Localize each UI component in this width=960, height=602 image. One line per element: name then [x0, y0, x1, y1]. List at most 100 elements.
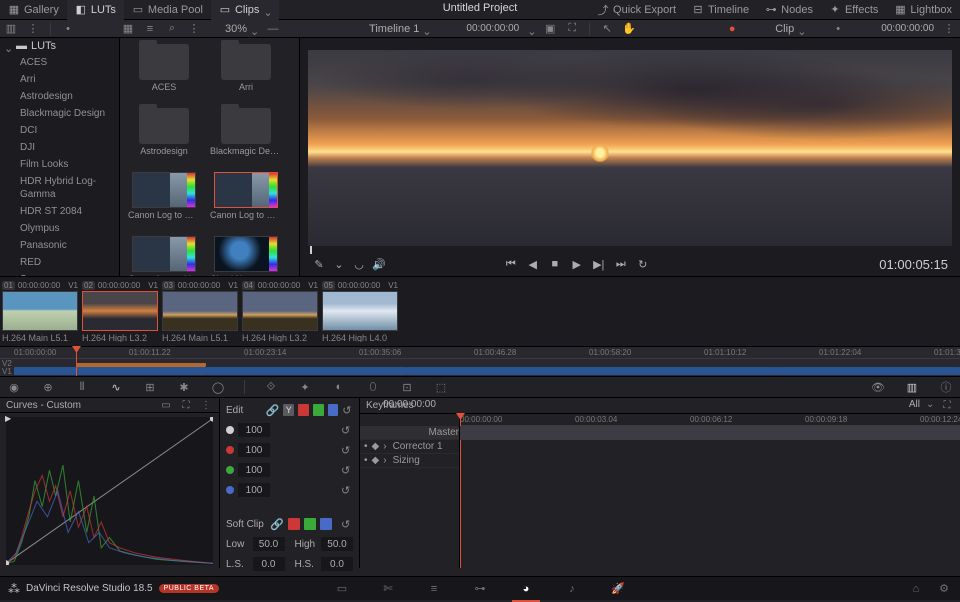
- tab-clips[interactable]: ▭Clips⌄: [211, 0, 279, 20]
- hand-icon[interactable]: ✋: [622, 22, 636, 36]
- page-color[interactable]: ◕: [518, 581, 534, 597]
- qualifier-icon[interactable]: ✱: [176, 379, 192, 395]
- channel-y[interactable]: Y: [283, 404, 294, 416]
- scopes-icon[interactable]: 👁: [870, 379, 886, 395]
- sidebar-item[interactable]: Film Looks: [0, 156, 119, 173]
- search-icon[interactable]: ⌕: [165, 22, 179, 36]
- sidebar-item[interactable]: HDR ST 2084: [0, 203, 119, 220]
- sidebar-item[interactable]: DJI: [0, 139, 119, 156]
- sidebar-toggle-icon[interactable]: ▥: [4, 22, 18, 36]
- first-frame-icon[interactable]: ⏮: [504, 257, 518, 271]
- zoom-dropdown[interactable]: 30%⌄: [225, 23, 258, 35]
- tab-media-pool[interactable]: ▭Media Pool: [124, 0, 211, 20]
- kf-track-master[interactable]: [460, 426, 960, 440]
- viewer-image[interactable]: [308, 50, 952, 246]
- kf-ruler[interactable]: 00:00:00:0000:00:03.0400:00:06:1200:00:0…: [460, 414, 960, 426]
- custom-icon[interactable]: ▭: [159, 398, 173, 412]
- value-input[interactable]: [238, 483, 270, 497]
- page-cut[interactable]: ✄: [380, 581, 396, 597]
- timeline-tracks[interactable]: V2 V1: [0, 359, 960, 377]
- value-input[interactable]: [238, 463, 270, 477]
- sidebar-item[interactable]: ACES: [0, 54, 119, 71]
- menu-icon[interactable]: ⋮: [199, 398, 213, 412]
- reset-icon[interactable]: ↺: [341, 464, 353, 476]
- sizing-icon[interactable]: ⊡: [399, 379, 415, 395]
- settings-icon[interactable]: ⚙: [936, 581, 952, 597]
- sidebar-item[interactable]: Arri: [0, 71, 119, 88]
- reset-icon[interactable]: ↺: [341, 484, 353, 496]
- timeline-clip[interactable]: [406, 367, 776, 375]
- tab-luts[interactable]: ◧LUTs: [67, 0, 124, 20]
- page-media[interactable]: ▭: [334, 581, 350, 597]
- ls-input[interactable]: [253, 557, 285, 571]
- link-icon[interactable]: 🔗: [266, 403, 280, 417]
- eyedropper-icon[interactable]: ✎: [312, 257, 326, 271]
- kf-row[interactable]: Master: [360, 426, 459, 440]
- page-edit[interactable]: ≡: [426, 581, 442, 597]
- timeline-clip[interactable]: [76, 367, 206, 375]
- prev-frame-icon[interactable]: ◀: [526, 257, 540, 271]
- tracker-icon[interactable]: ⟐: [263, 379, 279, 395]
- expand-icon[interactable]: ⛶: [179, 398, 193, 412]
- timeline-ruler[interactable]: 01:00:00:0001:00:11.2201:00:23:1401:00:3…: [0, 347, 960, 359]
- clip[interactable]: 0200:00:00:00V1H.264 High L3.2: [82, 281, 158, 342]
- home-icon[interactable]: ⌂: [908, 581, 924, 597]
- reset-icon[interactable]: ↺: [341, 518, 353, 530]
- sidebar-item[interactable]: Olympus: [0, 220, 119, 237]
- kf-row[interactable]: •◆›Sizing: [360, 454, 459, 468]
- sidebar-item[interactable]: Panasonic: [0, 237, 119, 254]
- lut-folder[interactable]: ACES: [128, 44, 200, 92]
- bars-icon[interactable]: ⫴: [74, 379, 90, 395]
- channel-b[interactable]: [320, 518, 332, 530]
- 3d-icon[interactable]: ⬚: [433, 379, 449, 395]
- lut-thumb[interactable]: Canon Log to Rec709: [210, 172, 282, 220]
- page-fusion[interactable]: ⊶: [472, 581, 488, 597]
- key-icon[interactable]: ⬯: [365, 379, 381, 395]
- sidebar-item[interactable]: Blackmagic Design: [0, 105, 119, 122]
- keyframe-icon[interactable]: ▥: [904, 379, 920, 395]
- volume-icon[interactable]: 🔊: [372, 257, 386, 271]
- channel-g[interactable]: [304, 518, 316, 530]
- scrub-bar[interactable]: [308, 248, 952, 252]
- red-dot-icon[interactable]: ●: [725, 22, 739, 36]
- sidebar-item[interactable]: HDR Hybrid Log-Gamma: [0, 173, 119, 203]
- page-fairlight[interactable]: ♪: [564, 581, 580, 597]
- expand-icon[interactable]: ⛶: [565, 22, 579, 36]
- playhead[interactable]: [76, 347, 77, 376]
- safe-area-icon[interactable]: ▣: [543, 22, 557, 36]
- lut-folder[interactable]: Arri: [210, 44, 282, 92]
- channel-g[interactable]: [313, 404, 324, 416]
- curves-icon[interactable]: ∿: [108, 379, 124, 395]
- link-icon[interactable]: 🔗: [270, 517, 284, 531]
- channel-r[interactable]: [288, 518, 300, 530]
- tab-effects[interactable]: ✦Effects: [821, 0, 886, 20]
- reset-icon[interactable]: ↺: [342, 404, 353, 416]
- sidebar-item[interactable]: DCI: [0, 122, 119, 139]
- info-icon[interactable]: ⓘ: [938, 379, 954, 395]
- channel-b[interactable]: [328, 404, 339, 416]
- lut-folder[interactable]: Blackmagic Design: [210, 108, 282, 156]
- fit-icon[interactable]: —: [266, 22, 280, 36]
- magic-icon[interactable]: ✦: [297, 379, 313, 395]
- list-view-icon[interactable]: ≡: [143, 22, 157, 36]
- tab-timeline[interactable]: ⊟Timeline: [684, 0, 757, 20]
- timeline[interactable]: 01:00:00:0001:00:11.2201:00:23:1401:00:3…: [0, 346, 960, 376]
- expand-icon[interactable]: ⛶: [940, 399, 954, 413]
- highlight-icon[interactable]: ◡: [352, 257, 366, 271]
- channel-r[interactable]: [298, 404, 309, 416]
- sidebar-item[interactable]: Sony: [0, 271, 119, 276]
- clip[interactable]: 0300:00:00:00V1H.264 Main L5.1: [162, 281, 238, 342]
- kf-diamond[interactable]: ◆: [372, 455, 380, 466]
- timeline-clip[interactable]: [776, 367, 960, 375]
- last-frame-icon[interactable]: ⏭: [614, 257, 628, 271]
- sidebar-item[interactable]: RED: [0, 254, 119, 271]
- lut-thumb[interactable]: Canon Log to Video: [128, 236, 200, 276]
- kf-all-label[interactable]: All: [909, 399, 920, 413]
- clip[interactable]: 0500:00:00:00V1H.264 High L4.0: [322, 281, 398, 342]
- lut-thumb[interactable]: Canon Log to Cineon: [128, 172, 200, 220]
- pointer-icon[interactable]: ↖: [600, 22, 614, 36]
- timeline-clip[interactable]: [14, 367, 76, 375]
- wheel-icon[interactable]: ◉: [6, 379, 22, 395]
- tab-gallery[interactable]: ▦Gallery: [0, 0, 67, 20]
- chevron-down-icon[interactable]: ⌄: [527, 25, 535, 33]
